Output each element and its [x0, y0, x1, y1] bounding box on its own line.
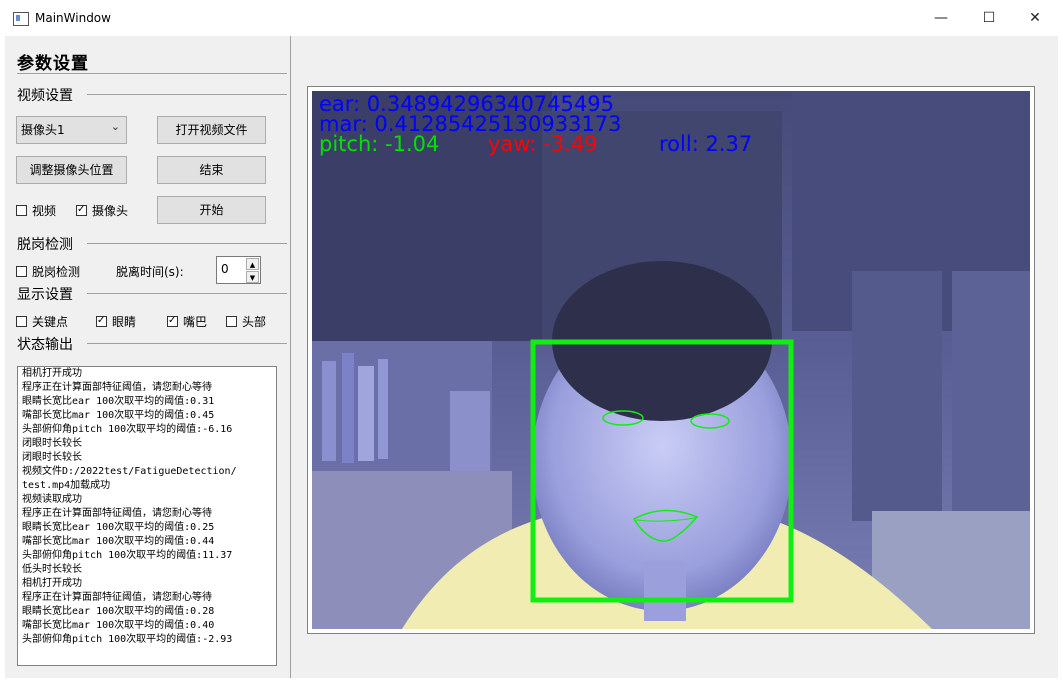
settings-heading: 参数设置 [17, 54, 89, 74]
chevron-down-icon: ⌄ [110, 120, 120, 133]
absence-detection-line [87, 243, 287, 244]
status-log-line: 闭眼时长较长 [22, 452, 82, 463]
open-video-file-button[interactable]: 打开视频文件 [157, 116, 266, 144]
video-frame-image: ear: 0.34894296340745495 mar: 0.41285425… [312, 91, 1030, 629]
video-checkbox-box[interactable] [16, 205, 27, 216]
settings-panel: 参数设置 视频设置 摄像头1 ⌄ 打开视频文件 调整摄像头位置 结束 视频 摄像… [5, 36, 289, 678]
status-log-line: 眼睛长宽比ear 100次取平均的阈值:0.31 [22, 396, 215, 407]
main-window-client: 参数设置 视频设置 摄像头1 ⌄ 打开视频文件 调整摄像头位置 结束 视频 摄像… [5, 36, 1058, 678]
absence-time-value: 0 [221, 262, 229, 276]
eyes-checkbox[interactable]: 眼睛 [96, 313, 136, 330]
status-log-textbox[interactable]: 相机打开成功 程序正在计算面部特征阈值，请您耐心等待 眼睛长宽比ear 100次取平… [17, 366, 277, 666]
eyes-checkbox-label: 眼睛 [112, 315, 137, 329]
status-log-line: test.mp4加载成功 [22, 480, 111, 491]
camera-select-value: 摄像头1 [21, 123, 65, 137]
keypoints-checkbox-box[interactable] [16, 316, 27, 327]
pitch-readout: pitch: -1.04 [319, 132, 440, 156]
minimize-button[interactable]: — [918, 0, 964, 36]
absence-checkbox-label: 脱岗检测 [32, 265, 81, 279]
status-log-line: 头部俯仰角pitch 100次取平均的阈值:-2.93 [22, 634, 233, 645]
absence-detection-checkbox[interactable]: 脱岗检测 [16, 263, 80, 280]
panel-divider [290, 36, 291, 678]
maximize-button[interactable]: ☐ [966, 0, 1012, 36]
head-checkbox-label: 头部 [242, 315, 267, 329]
video-settings-title: 视频设置 [17, 88, 73, 104]
status-log-line: 眼睛长宽比ear 100次取平均的阈值:0.28 [22, 606, 215, 617]
status-log-line: 相机打开成功 [22, 368, 82, 379]
camera-checkbox-label: 摄像头 [92, 204, 129, 218]
status-log-line: 程序正在计算面部特征阈值，请您耐心等待 [22, 382, 212, 393]
video-checkbox[interactable]: 视频 [16, 202, 56, 219]
end-button[interactable]: 结束 [157, 156, 266, 184]
status-log-line: 视频文件D:/2022test/FatigueDetection/ [22, 466, 237, 477]
yaw-readout: yaw: -3.49 [488, 132, 598, 156]
status-log-line: 低头时长较长 [22, 564, 82, 575]
eyes-checkbox-box[interactable] [96, 314, 107, 328]
absence-detection-title: 脱岗检测 [17, 237, 73, 253]
video-display-frame: ear: 0.34894296340745495 mar: 0.41285425… [307, 86, 1035, 634]
spin-up-icon[interactable]: ▲ [246, 258, 259, 270]
mouth-checkbox-box[interactable] [167, 314, 178, 328]
status-log-line: 嘴部长宽比mar 100次取平均的阈值:0.45 [22, 410, 215, 421]
head-checkbox[interactable]: 头部 [226, 313, 266, 330]
start-button[interactable]: 开始 [157, 196, 266, 224]
status-log-line: 头部俯仰角pitch 100次取平均的阈值:-6.16 [22, 424, 233, 435]
mouth-checkbox-label: 嘴巴 [183, 315, 208, 329]
status-log-line: 程序正在计算面部特征阈值，请您耐心等待 [22, 508, 212, 519]
close-button[interactable]: ✕ [1012, 0, 1058, 36]
title-bar: MainWindow — ☐ ✕ [0, 0, 1063, 36]
status-log-line: 闭眼时长较长 [22, 438, 82, 449]
absence-time-label: 脱离时间(s): [116, 265, 184, 279]
mouth-checkbox[interactable]: 嘴巴 [167, 313, 207, 330]
camera-checkbox-box[interactable] [76, 203, 87, 217]
camera-scene-image [312, 91, 1030, 629]
window-title: MainWindow [35, 11, 111, 25]
spin-down-icon[interactable]: ▼ [246, 271, 259, 283]
keypoints-checkbox[interactable]: 关键点 [16, 313, 68, 330]
status-log-line: 相机打开成功 [22, 578, 82, 589]
absence-time-spinbox[interactable]: 0 ▲ ▼ [216, 256, 261, 284]
status-log-line: 程序正在计算面部特征阈值，请您耐心等待 [22, 592, 212, 603]
status-log-line: 嘴部长宽比mar 100次取平均的阈值:0.40 [22, 620, 215, 631]
status-log-line: 视频读取成功 [22, 494, 82, 505]
adjust-camera-button[interactable]: 调整摄像头位置 [16, 156, 127, 184]
heading-divider [17, 73, 287, 74]
video-settings-line [87, 94, 287, 95]
status-output-title: 状态输出 [17, 337, 73, 353]
status-log-line: 眼睛长宽比ear 100次取平均的阈值:0.25 [22, 522, 215, 533]
status-log-line: 头部俯仰角pitch 100次取平均的阈值:11.37 [22, 550, 233, 561]
display-settings-line [87, 293, 287, 294]
video-checkbox-label: 视频 [32, 204, 57, 218]
roll-readout: roll: 2.37 [659, 132, 753, 156]
app-window-icon [13, 12, 29, 26]
head-checkbox-box[interactable] [226, 316, 237, 327]
status-log-line: 嘴部长宽比mar 100次取平均的阈值:0.44 [22, 536, 215, 547]
display-settings-title: 显示设置 [17, 287, 73, 303]
absence-checkbox-box[interactable] [16, 266, 27, 277]
camera-checkbox[interactable]: 摄像头 [76, 202, 128, 219]
keypoints-checkbox-label: 关键点 [32, 315, 69, 329]
camera-select[interactable]: 摄像头1 ⌄ [16, 116, 127, 144]
status-output-line [87, 343, 287, 344]
